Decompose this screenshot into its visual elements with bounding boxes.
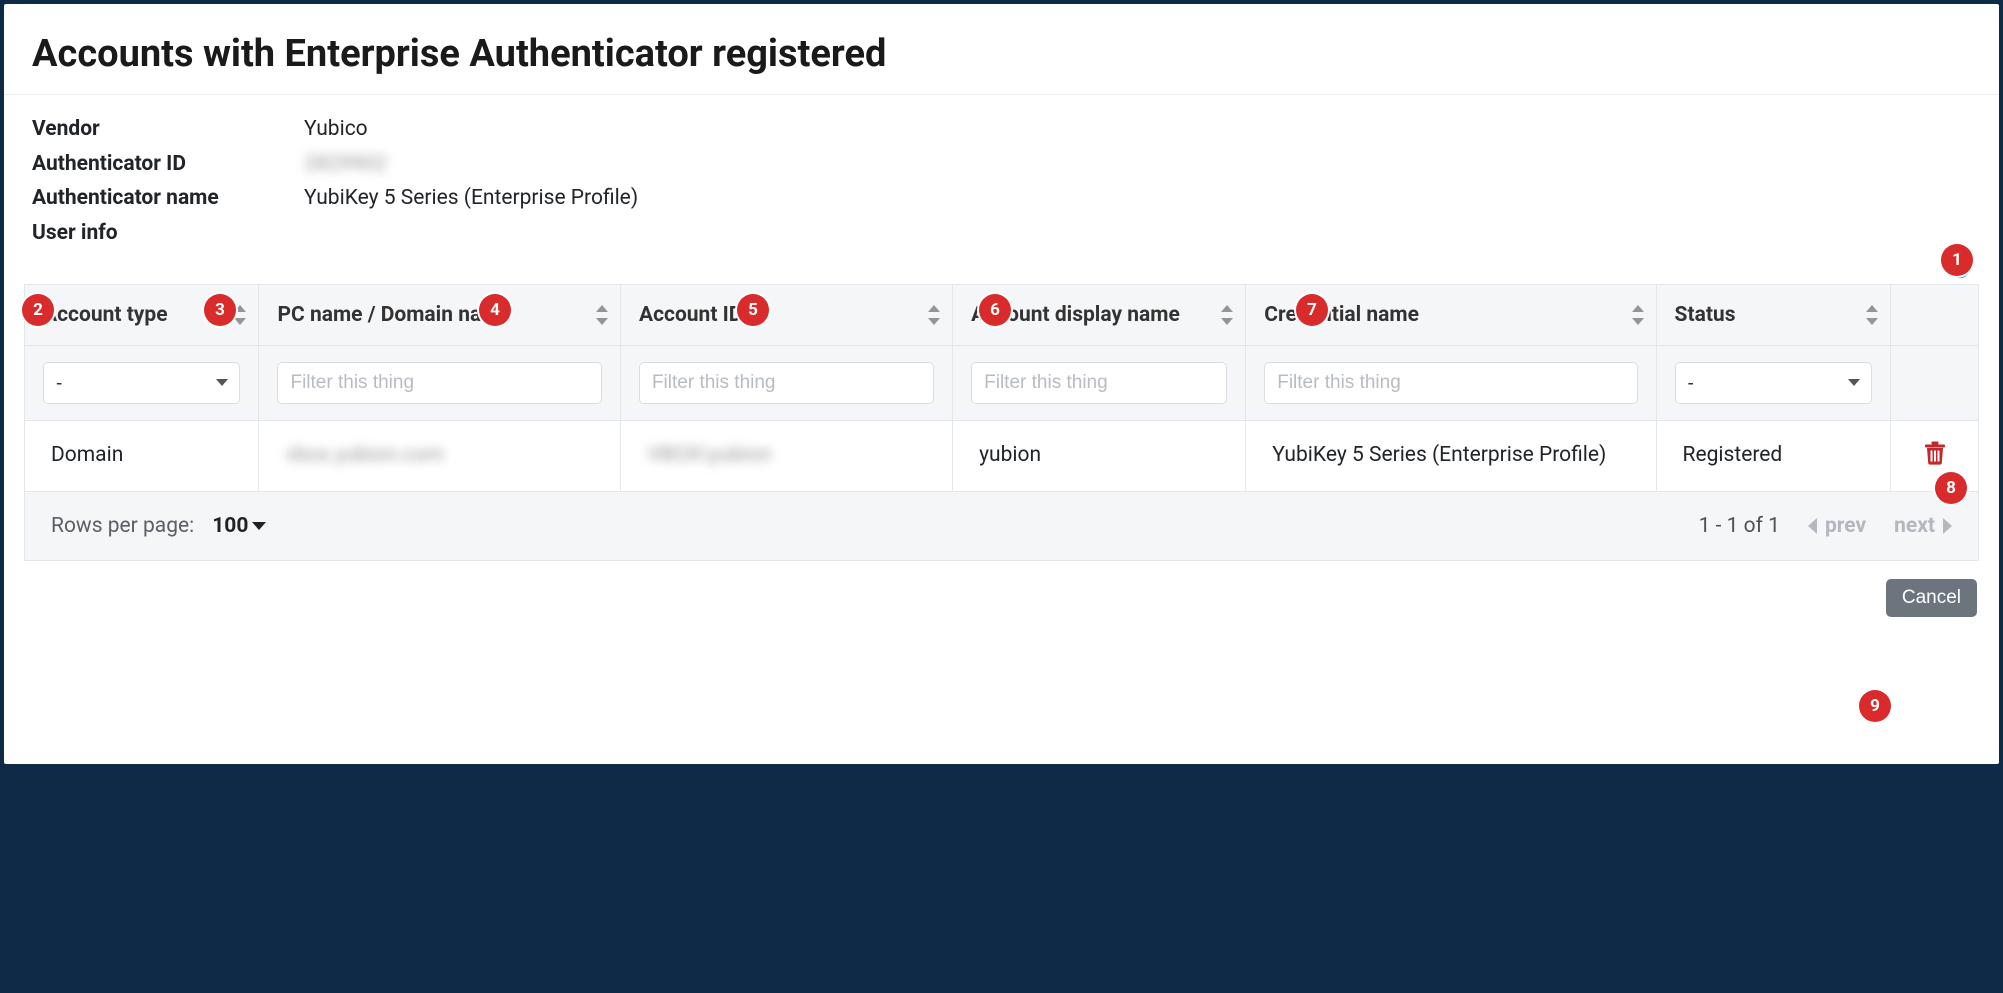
sort-icon	[1219, 305, 1233, 325]
filter-pc-domain[interactable]	[277, 362, 601, 404]
cell-credential-name: YubiKey 5 Series (Enterprise Profile)	[1246, 421, 1656, 492]
user-info-label: User info	[32, 217, 304, 250]
rows-per-page-select[interactable]: 100	[212, 514, 266, 538]
cancel-button[interactable]: Cancel	[1886, 579, 1977, 617]
authenticator-name-label: Authenticator name	[32, 182, 304, 215]
annotation-marker-2: 2	[22, 294, 54, 326]
annotation-marker-7: 7	[1296, 294, 1328, 326]
col-actions	[1891, 285, 1979, 346]
modal-title: Accounts with Enterprise Authenticator r…	[32, 32, 1971, 76]
delete-row-button[interactable]	[1924, 441, 1946, 471]
cell-account-id: VBOX\yubion	[620, 421, 952, 492]
filter-credential-name[interactable]	[1264, 362, 1637, 404]
col-status[interactable]: Status	[1656, 285, 1890, 346]
col-pc-domain-label: PC name / Domain name	[277, 303, 510, 327]
table-footer: Rows per page: 100 1 - 1 of 1 prev next	[24, 492, 1979, 561]
col-credential-name-label: Credential name	[1264, 303, 1419, 327]
filter-status[interactable]: -	[1675, 362, 1872, 404]
vendor-label: Vendor	[32, 113, 304, 146]
pagination-range: 1 - 1 of 1	[1699, 514, 1780, 538]
modal-footer: Cancel	[4, 561, 1999, 623]
details-section: Vendor Yubico Authenticator ID 2829902 A…	[4, 95, 1999, 257]
vendor-value: Yubico	[304, 113, 368, 146]
col-pc-domain[interactable]: PC name / Domain name	[259, 285, 620, 346]
annotation-marker-5: 5	[737, 294, 769, 326]
col-account-id-label: Account ID	[639, 303, 743, 327]
sort-icon	[1630, 305, 1644, 325]
cell-display-name: yubion	[953, 421, 1246, 492]
authenticator-id-label: Authenticator ID	[32, 148, 304, 181]
annotation-marker-3: 3	[204, 294, 236, 326]
modal-dialog: 1 2 3 4 5 6 7 8 9 Accounts with Enterpri…	[4, 4, 1999, 764]
rows-per-page-label: Rows per page:	[51, 514, 194, 538]
annotation-marker-8: 8	[1935, 472, 1967, 504]
col-status-label: Status	[1675, 303, 1736, 327]
prev-page-button[interactable]: prev	[1808, 514, 1866, 538]
cell-account-type: Domain	[25, 421, 259, 492]
accounts-table-wrap: Account type PC name / Domain name Accou…	[4, 284, 1999, 561]
annotation-marker-9: 9	[1859, 690, 1891, 722]
cell-status: Registered	[1656, 421, 1890, 492]
caret-down-icon	[252, 522, 266, 530]
annotation-marker-1: 1	[1941, 244, 1973, 276]
authenticator-name-value: YubiKey 5 Series (Enterprise Profile)	[304, 182, 638, 215]
col-account-id[interactable]: Account ID	[620, 285, 952, 346]
sort-icon	[594, 305, 608, 325]
cell-pc-domain: vbox.yubion.com	[259, 421, 620, 492]
table-row: Domain vbox.yubion.com VBOX\yubion yubio…	[25, 421, 1979, 492]
trash-icon	[1924, 441, 1946, 465]
triangle-right-icon	[1943, 518, 1952, 534]
modal-header: Accounts with Enterprise Authenticator r…	[4, 4, 1999, 95]
next-page-button[interactable]: next	[1894, 514, 1952, 538]
filter-account-type[interactable]: -	[43, 362, 240, 404]
annotation-marker-4: 4	[479, 294, 511, 326]
annotation-marker-6: 6	[979, 294, 1011, 326]
sort-icon	[926, 305, 940, 325]
sort-icon	[1864, 305, 1878, 325]
triangle-left-icon	[1808, 518, 1817, 534]
authenticator-id-value: 2829902	[304, 148, 387, 181]
filter-display-name[interactable]	[971, 362, 1227, 404]
filter-account-id[interactable]	[639, 362, 934, 404]
col-account-type-label: Account type	[43, 303, 168, 327]
